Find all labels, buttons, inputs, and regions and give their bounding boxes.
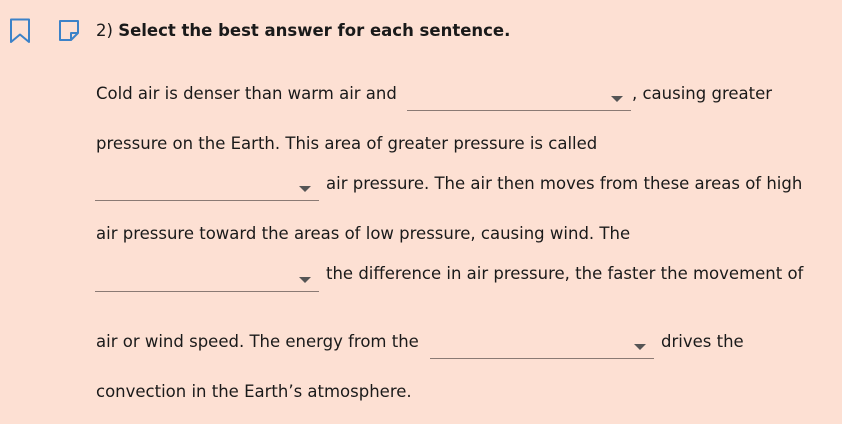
bookmark-icon[interactable] bbox=[9, 18, 31, 44]
passage-line-6-before: air or wind speed. The energy from the bbox=[96, 332, 419, 351]
chevron-down-icon bbox=[634, 344, 646, 350]
passage-line-6-after: drives the bbox=[661, 332, 744, 351]
passage-line-3-after: air pressure. The air then moves from th… bbox=[326, 174, 803, 193]
blank-2-dropdown[interactable] bbox=[95, 175, 319, 201]
question-prompt: Select the best answer for each sentence… bbox=[118, 21, 511, 40]
question-number: 2) bbox=[96, 21, 113, 40]
question-header: 2) Select the best answer for each sente… bbox=[96, 21, 510, 41]
passage-line-7: convection in the Earth’s atmosphere. bbox=[96, 382, 412, 401]
chevron-down-icon bbox=[611, 96, 623, 102]
note-icon[interactable] bbox=[57, 19, 81, 43]
passage-line-2: pressure on the Earth. This area of grea… bbox=[96, 134, 598, 153]
passage-line-5-after: the difference in air pressure, the fast… bbox=[326, 264, 804, 283]
passage-line-4: air pressure toward the areas of low pre… bbox=[96, 224, 631, 243]
blank-1-dropdown[interactable] bbox=[407, 85, 631, 111]
blank-4-dropdown[interactable] bbox=[430, 333, 654, 359]
blank-3-dropdown[interactable] bbox=[95, 266, 319, 292]
chevron-down-icon bbox=[299, 186, 311, 192]
passage-line-1-before: Cold air is denser than warm air and bbox=[96, 84, 397, 103]
chevron-down-icon bbox=[299, 277, 311, 283]
passage-line-1-after: , causing greater bbox=[632, 84, 773, 103]
